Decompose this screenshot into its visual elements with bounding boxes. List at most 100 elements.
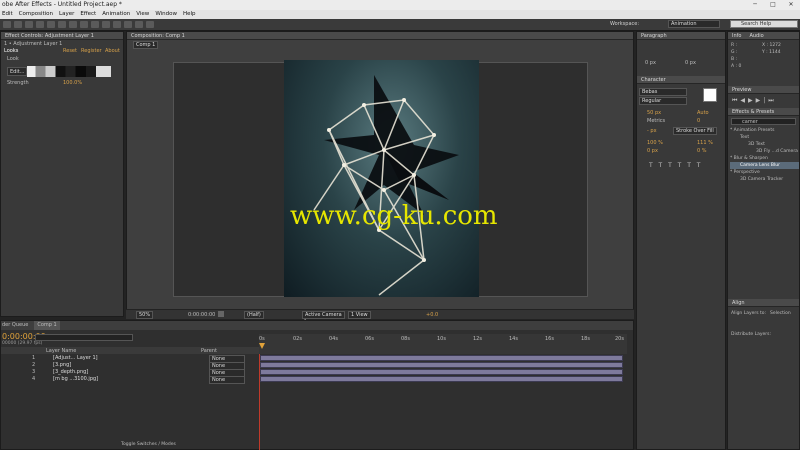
pen-tool-icon[interactable] (80, 21, 88, 28)
effects-tree-item[interactable]: 3D Camera Tracker (730, 176, 799, 183)
layer-name[interactable]: [3_depth.png] (53, 369, 88, 375)
rotate-tool-icon[interactable] (36, 21, 44, 28)
align-tab[interactable]: Align (728, 299, 799, 307)
tsume-value[interactable]: 0 % (697, 148, 707, 154)
align-to-select[interactable]: Selection (770, 311, 791, 316)
comp-subtab[interactable]: Comp 1 (133, 41, 159, 49)
font-size-value[interactable]: 50 px (647, 110, 661, 116)
stroke-mode-select[interactable]: Stroke Over Fill (673, 127, 717, 135)
register-link[interactable]: Register (81, 48, 102, 54)
time-ruler[interactable]: 0s 02s 04s 06s 08s 10s 12s 14s 16s 18s 2… (259, 334, 627, 354)
font-family-select[interactable]: Bebas (639, 88, 687, 96)
effects-search-input[interactable]: camer (731, 118, 796, 125)
paragraph-tab[interactable]: Paragraph (637, 32, 725, 40)
menu-effect[interactable]: Effect (80, 10, 96, 19)
strength-value[interactable]: 100.0% (63, 80, 82, 86)
brush-tool-icon[interactable] (102, 21, 110, 28)
effects-tree-item[interactable]: * Animation Presets (730, 127, 799, 134)
zoom-tool-icon[interactable] (25, 21, 33, 28)
preview-tab[interactable]: Preview (728, 86, 799, 94)
hand-tool-icon[interactable] (14, 21, 22, 28)
preview-controls[interactable]: ⏮◀▶▶|⏭ (728, 94, 799, 108)
eraser-tool-icon[interactable] (124, 21, 132, 28)
effects-presets-tab[interactable]: Effects & Presets (728, 108, 799, 116)
puppet-tool-icon[interactable] (146, 21, 154, 28)
effects-tree-item[interactable]: 3D Fly ...d Camera (730, 148, 799, 155)
effect-controls-tab[interactable]: Effect Controls: Adjustment Layer 1 (1, 32, 123, 40)
menu-help[interactable]: Help (183, 10, 196, 19)
menu-animation[interactable]: Animation (102, 10, 130, 19)
layer-duration-bar[interactable] (260, 376, 623, 382)
layer-name[interactable]: [m bg ...3100.jpg] (53, 376, 98, 382)
menu-view[interactable]: View (136, 10, 149, 19)
menu-edit[interactable]: Edit (2, 10, 13, 19)
layer-name[interactable]: [3.png] (53, 362, 71, 368)
maximize-icon[interactable]: □ (764, 0, 782, 10)
layer-duration-bar[interactable] (260, 369, 623, 375)
character-tab[interactable]: Character (637, 76, 725, 84)
effects-tree-item[interactable]: * Perspective (730, 169, 799, 176)
horizontal-scale-value[interactable]: 111 % (697, 140, 713, 146)
effects-tree-item[interactable]: Camera Lens Blur (730, 162, 799, 169)
current-time-indicator[interactable] (259, 354, 260, 450)
menu-layer[interactable]: Layer (59, 10, 74, 19)
indent-value[interactable]: 0 px (645, 60, 656, 66)
indent-value[interactable]: 0 px (685, 60, 696, 66)
layer-row[interactable]: 3 [3_depth.png] None (1, 369, 259, 377)
menu-window[interactable]: Window (155, 10, 177, 19)
clone-tool-icon[interactable] (113, 21, 121, 28)
audio-tab[interactable]: Audio (749, 32, 763, 39)
pan-behind-tool-icon[interactable] (58, 21, 66, 28)
stroke-width-value[interactable]: - px (647, 128, 657, 134)
layer-row[interactable]: 1 [Adjust... Layer 1] None (1, 355, 259, 363)
kerning-value[interactable]: Metrics (647, 118, 665, 124)
type-tool-icon[interactable] (91, 21, 99, 28)
parent-select[interactable]: None (209, 376, 245, 384)
effects-tree-item[interactable]: Text (730, 134, 799, 141)
exposure-value[interactable]: +0.0 (426, 312, 438, 318)
playhead-icon[interactable] (259, 343, 265, 349)
layer-name-header[interactable]: Layer Name (46, 348, 76, 354)
menu-composition[interactable]: Composition (19, 10, 53, 19)
workspace-select[interactable]: Animation (668, 20, 720, 28)
view-layout-select[interactable]: 1 View (348, 311, 371, 319)
timeline-search-input[interactable] (35, 334, 133, 341)
search-help-input[interactable]: Search Help (730, 20, 798, 28)
snapshot-icon[interactable] (218, 311, 224, 317)
layer-row[interactable]: 4 [m bg ...3100.jpg] None (1, 376, 259, 384)
effects-tree-item[interactable]: 3D Text (730, 141, 799, 148)
leading-value[interactable]: Auto (697, 110, 709, 116)
edit-looks-button[interactable]: Edit... (7, 67, 28, 76)
roto-brush-tool-icon[interactable] (135, 21, 143, 28)
effects-tree-item[interactable]: * Blur & Sharpen (730, 155, 799, 162)
info-tab[interactable]: Info (732, 32, 741, 39)
baseline-shift-value[interactable]: 0 px (647, 148, 658, 154)
layer-name[interactable]: [Adjust... Layer 1] (53, 355, 98, 361)
layer-duration-bar[interactable] (260, 362, 623, 368)
composition-tab[interactable]: Composition: Comp 1 (127, 32, 633, 40)
render-queue-tab[interactable]: der Queue (2, 321, 28, 330)
close-icon[interactable]: ✕ (782, 0, 800, 10)
reset-link[interactable]: Reset (63, 48, 77, 54)
layer-duration-bar[interactable] (260, 355, 623, 361)
looks-thumbnails[interactable] (27, 66, 111, 77)
toggle-switches-modes[interactable]: Toggle Switches / Modes (121, 442, 176, 447)
minimize-icon[interactable]: ─ (746, 0, 764, 10)
fill-color-swatch[interactable] (703, 88, 717, 102)
about-link[interactable]: About (105, 48, 120, 54)
magnification-select[interactable]: 50% (136, 311, 154, 319)
current-time-display[interactable]: 0:00:00:00 (188, 312, 215, 318)
look-label: Look (7, 56, 19, 62)
tracking-value[interactable]: 0 (697, 118, 700, 124)
paragraph-character-column: Paragraph 0 px 0 px Character Bebas Regu… (636, 31, 726, 450)
selection-tool-icon[interactable] (3, 21, 11, 28)
font-style-select[interactable]: Regular (639, 97, 687, 105)
resolution-select[interactable]: (Half) (244, 311, 264, 319)
layer-row[interactable]: 2 [3.png] None (1, 362, 259, 370)
comp-timeline-tab[interactable]: Comp 1 (34, 321, 60, 330)
camera-select[interactable]: Active Camera (302, 311, 345, 319)
rectangle-tool-icon[interactable] (69, 21, 77, 28)
camera-tool-icon[interactable] (47, 21, 55, 28)
text-style-buttons[interactable]: TTTTTT (649, 162, 706, 169)
vertical-scale-value[interactable]: 100 % (647, 140, 663, 146)
